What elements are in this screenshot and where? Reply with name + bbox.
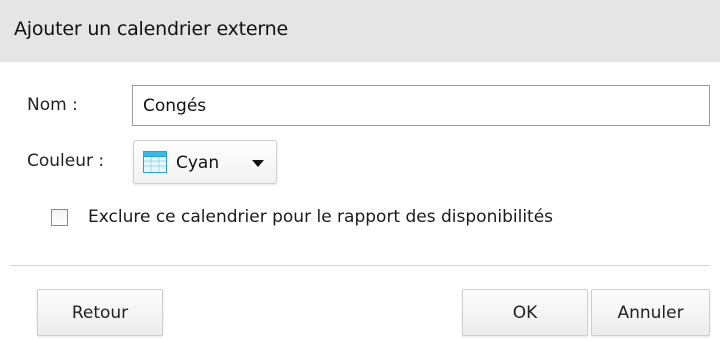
- calendar-icon: [143, 151, 167, 173]
- exclude-checkbox-label[interactable]: Exclure ce calendrier pour le rapport de…: [88, 206, 553, 228]
- chevron-down-icon: [252, 160, 264, 167]
- cancel-button[interactable]: Annuler: [591, 289, 710, 336]
- color-value: Cyan: [176, 153, 220, 173]
- add-external-calendar-dialog: Ajouter un calendrier externe Nom : Coul…: [0, 0, 720, 341]
- ok-button[interactable]: OK: [462, 289, 588, 336]
- color-label: Couleur :: [27, 151, 105, 171]
- back-button[interactable]: Retour: [37, 289, 163, 336]
- footer-divider: [10, 265, 710, 266]
- name-label: Nom :: [27, 95, 78, 115]
- exclude-checkbox[interactable]: [51, 209, 68, 226]
- name-input[interactable]: [132, 85, 710, 126]
- dialog-title: Ajouter un calendrier externe: [14, 18, 288, 40]
- dialog-title-bar: Ajouter un calendrier externe: [0, 0, 720, 62]
- color-dropdown[interactable]: Cyan: [133, 140, 277, 184]
